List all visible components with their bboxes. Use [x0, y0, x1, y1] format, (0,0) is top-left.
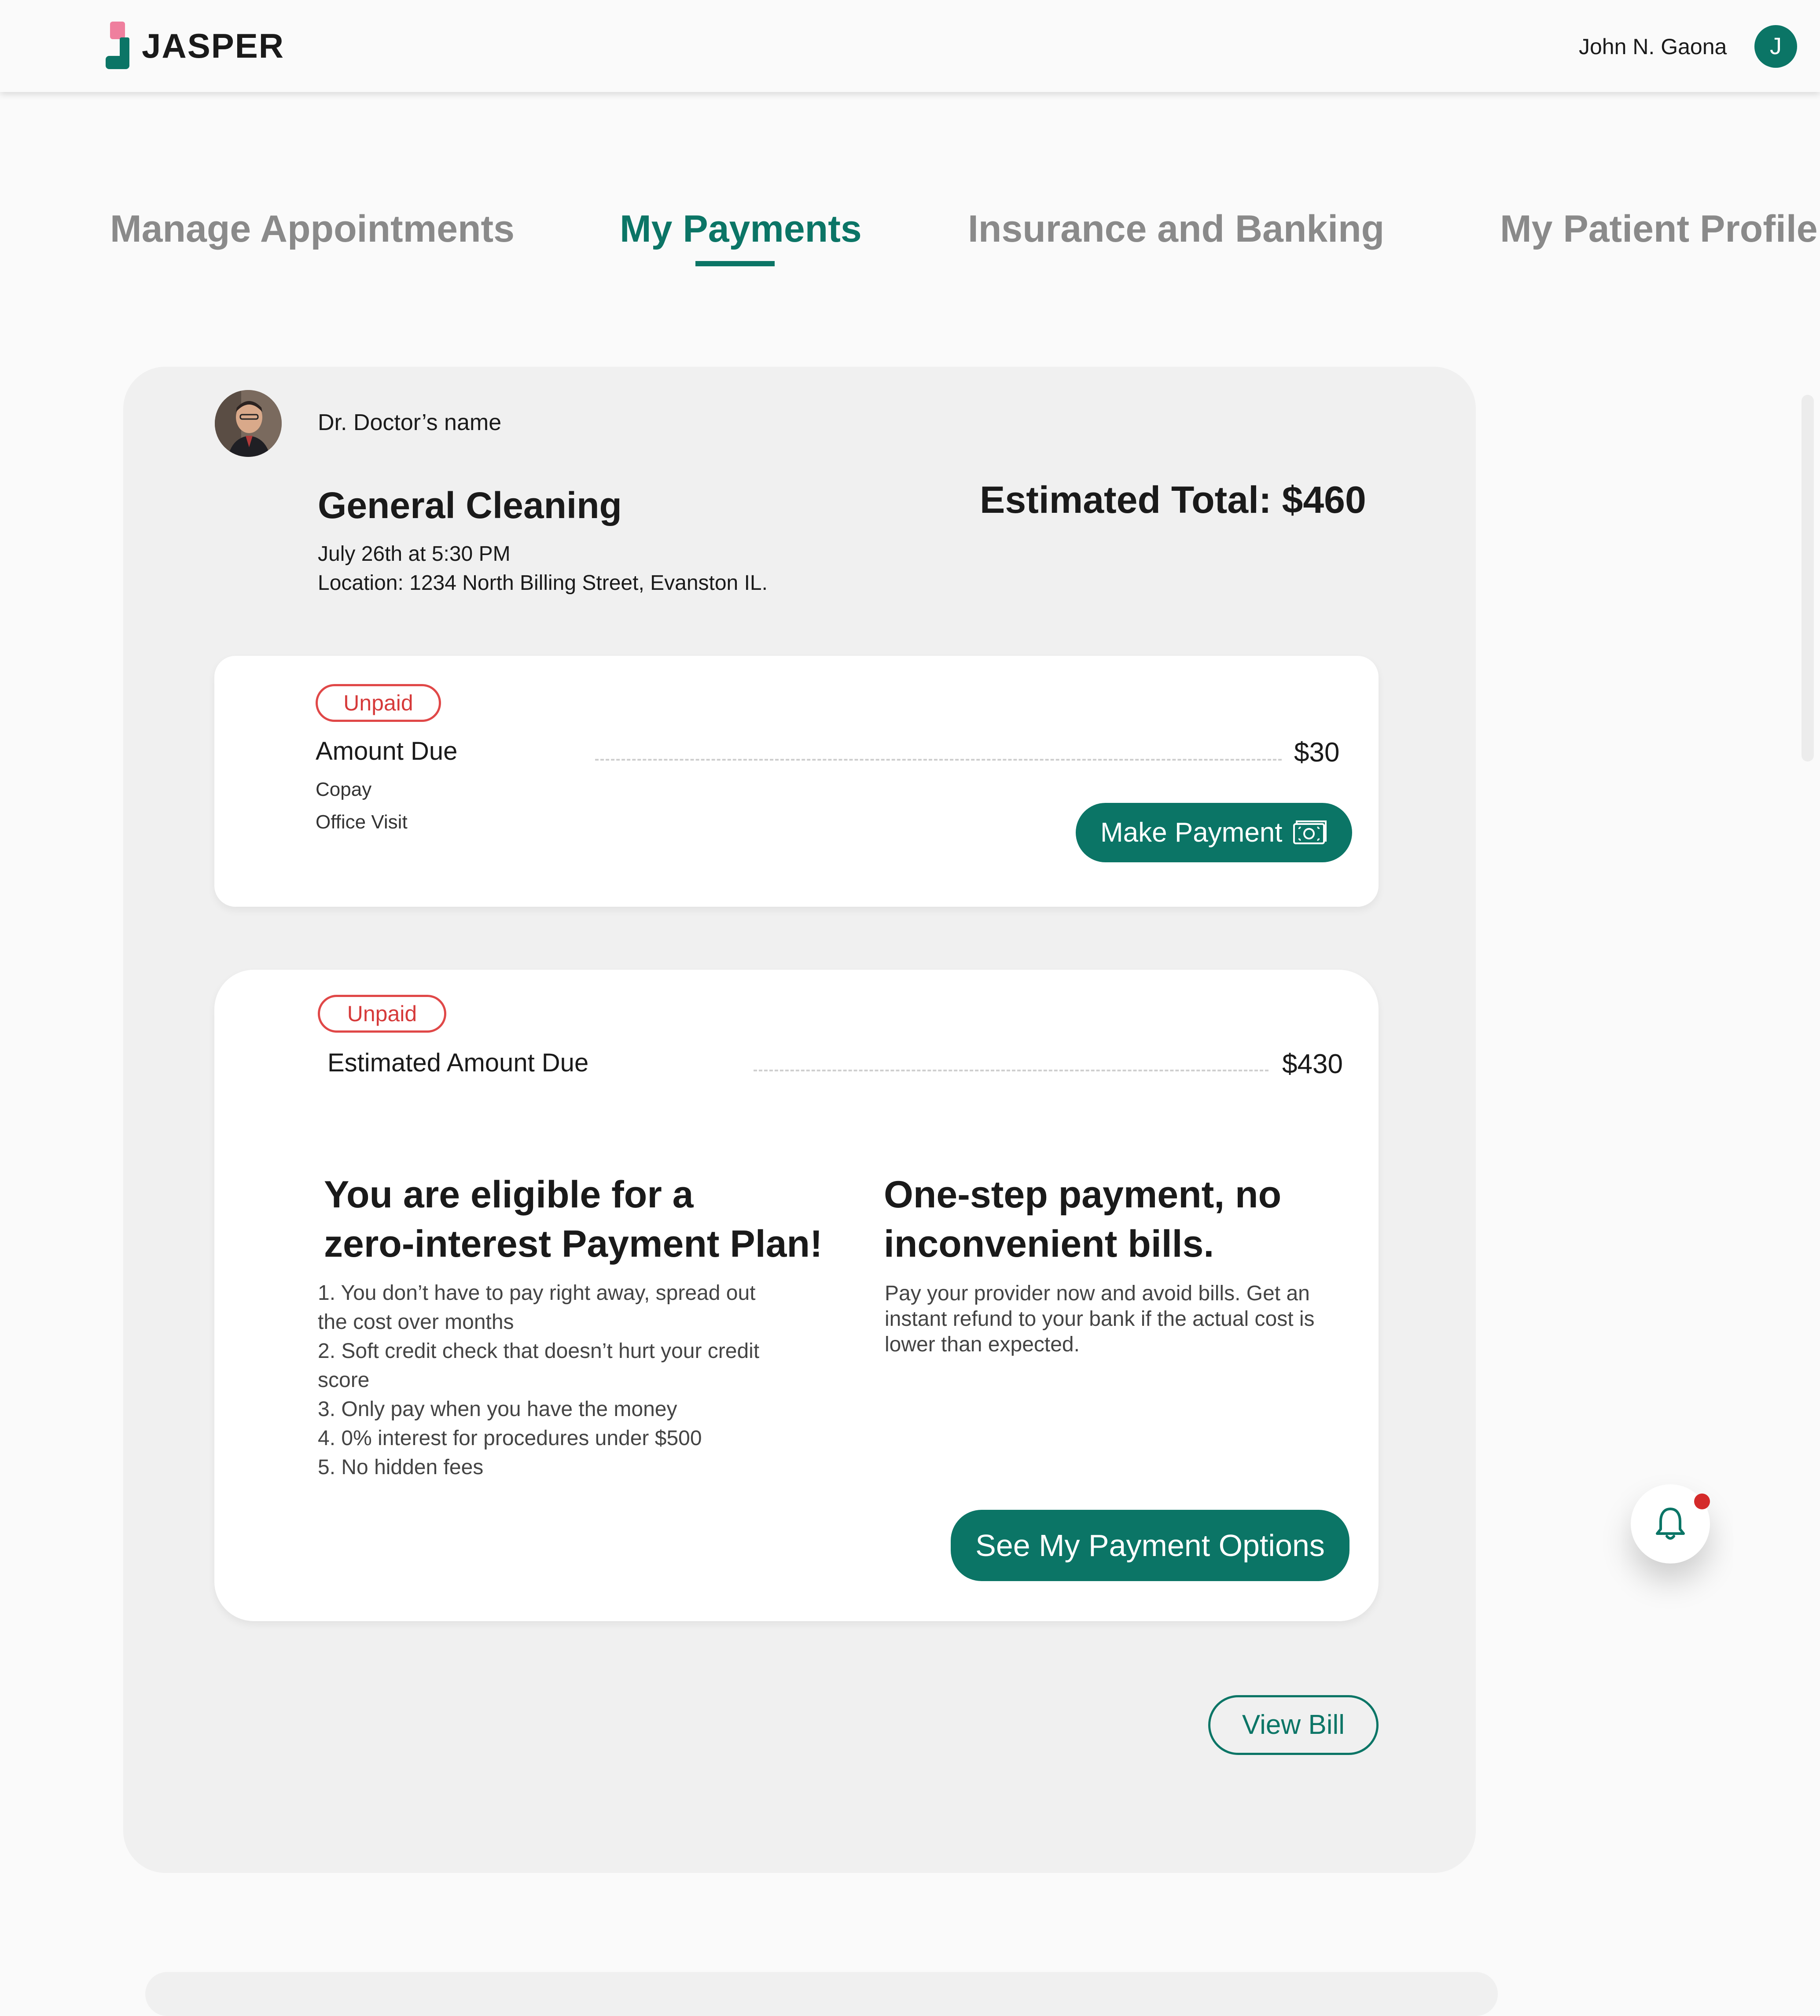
benefit-line: 1. You don’t have to pay right away, spr… — [318, 1281, 756, 1305]
appointment-time: July 26th at 5:30 PM — [318, 542, 511, 566]
avatar[interactable]: J — [1754, 25, 1797, 68]
one-step-heading: One-step payment, no inconvenient bills. — [884, 1170, 1281, 1269]
user-name[interactable]: John N. Gaona — [1579, 33, 1727, 61]
payment-plan-heading: You are eligible for a zero-interest Pay… — [324, 1170, 823, 1269]
notification-dot — [1694, 1494, 1710, 1509]
jasper-logo-icon[interactable] — [104, 22, 131, 71]
benefit-line: 5. No hidden fees — [318, 1456, 484, 1479]
make-payment-label: Make Payment — [1100, 817, 1283, 848]
cash-icon — [1293, 820, 1327, 844]
amount-due-label: Amount Due — [316, 737, 458, 765]
one-step-heading-line1: One-step payment, no — [884, 1174, 1282, 1216]
payment-plan-benefits: 1. You don’t have to pay right away, spr… — [318, 1279, 759, 1482]
benefit-line: score — [318, 1369, 370, 1392]
see-payment-options-button[interactable]: See My Payment Options — [951, 1510, 1349, 1581]
tab-my-payments[interactable]: My Payments — [620, 205, 862, 253]
appointment-location: Location: 1234 North Billing Street, Eva… — [318, 571, 768, 595]
one-step-body-line: Pay your provider now and avoid bills. G… — [885, 1282, 1310, 1305]
logo-text[interactable]: JASPER — [142, 25, 284, 67]
bell-icon — [1656, 1508, 1685, 1540]
office-visit-label: Office Visit — [316, 811, 408, 833]
active-tab-indicator — [695, 261, 775, 266]
one-step-body: Pay your provider now and avoid bills. G… — [885, 1281, 1315, 1357]
amount-due-value: $30 — [1294, 737, 1340, 768]
make-payment-button[interactable]: Make Payment — [1076, 803, 1352, 862]
doctor-name: Dr. Doctor’s name — [318, 410, 502, 435]
one-step-body-line: lower than expected. — [885, 1333, 1080, 1356]
benefit-line: 3. Only pay when you have the money — [318, 1398, 677, 1421]
doctor-photo-image — [215, 390, 282, 457]
one-step-body-line: instant refund to your bank if the actua… — [885, 1307, 1315, 1331]
dotted-leader — [595, 759, 1282, 761]
estimated-amount-due-label: Estimated Amount Due — [327, 1048, 589, 1077]
appointment-title: General Cleaning — [318, 485, 622, 526]
view-bill-button[interactable]: View Bill — [1208, 1695, 1379, 1755]
tab-my-patient-profile[interactable]: My Patient Profile — [1500, 205, 1818, 253]
unpaid-badge: Unpaid — [316, 684, 441, 722]
benefit-line: 2. Soft credit check that doesn’t hurt y… — [318, 1339, 760, 1363]
tab-insurance-and-banking[interactable]: Insurance and Banking — [968, 205, 1384, 253]
benefit-line: 4. 0% interest for procedures under $500 — [318, 1427, 702, 1450]
next-appointment-card — [145, 1972, 1498, 2016]
estimated-total: Estimated Total: $460 — [980, 479, 1366, 521]
one-step-heading-line2: inconvenient bills. — [884, 1223, 1214, 1265]
payment-plan-heading-line1: You are eligible for a — [324, 1174, 694, 1216]
scrollbar-thumb[interactable] — [1802, 395, 1814, 762]
dotted-leader — [754, 1070, 1268, 1071]
payment-plan-heading-line2: zero-interest Payment Plan! — [324, 1223, 823, 1265]
benefit-line: the cost over months — [318, 1310, 514, 1334]
doctor-photo — [215, 390, 282, 457]
unpaid-badge: Unpaid — [318, 995, 446, 1033]
copay-label: Copay — [316, 779, 372, 800]
estimated-amount-due-value: $430 — [1282, 1049, 1343, 1079]
tab-manage-appointments[interactable]: Manage Appointments — [110, 205, 515, 253]
